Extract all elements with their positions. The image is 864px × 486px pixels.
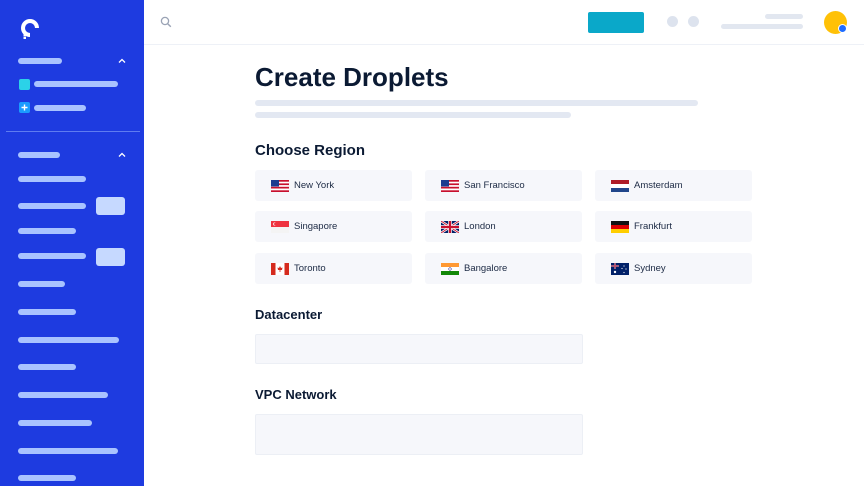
region-card-bangalore[interactable]: Bangalore xyxy=(425,253,582,284)
sidebar-item[interactable] xyxy=(18,392,108,398)
region-card-sydney[interactable]: Sydney xyxy=(595,253,752,284)
sidebar-group-heading[interactable] xyxy=(18,152,60,158)
help-icon[interactable] xyxy=(688,16,699,27)
region-card-san-francisco[interactable]: San Francisco xyxy=(425,170,582,201)
page-title: Create Droplets xyxy=(255,62,449,92)
sidebar-item[interactable] xyxy=(18,475,76,481)
page-description-line xyxy=(255,112,571,118)
region-label: Frankfurt xyxy=(634,221,673,232)
plus-icon[interactable] xyxy=(19,102,30,113)
sidebar-item-project[interactable] xyxy=(34,81,118,87)
create-button[interactable] xyxy=(588,12,644,33)
section-title-datacenter: Datacenter xyxy=(255,307,323,322)
uk-flag-icon xyxy=(441,220,459,233)
region-label: San Francisco xyxy=(464,180,525,191)
region-card-new-york[interactable]: New York xyxy=(255,170,412,201)
region-label: New York xyxy=(294,180,335,191)
region-label: Bangalore xyxy=(464,263,508,274)
region-card-toronto[interactable]: Toronto xyxy=(255,253,412,284)
logo-icon[interactable] xyxy=(18,16,42,40)
de-flag-icon xyxy=(611,220,629,233)
sidebar-item[interactable] xyxy=(18,176,86,182)
region-label: Toronto xyxy=(294,263,326,274)
avatar-status-icon xyxy=(838,24,847,33)
project-icon xyxy=(19,79,30,90)
top-bar xyxy=(144,0,864,44)
account-name[interactable] xyxy=(765,14,803,19)
region-label: Singapore xyxy=(294,221,338,232)
region-card-frankfurt[interactable]: Frankfurt xyxy=(595,211,752,242)
chevron-up-icon[interactable] xyxy=(118,57,126,65)
sidebar-item[interactable] xyxy=(18,228,76,234)
region-card-london[interactable]: London xyxy=(425,211,582,242)
sidebar-item[interactable] xyxy=(18,448,118,454)
sidebar-divider xyxy=(6,131,140,132)
region-label: Sydney xyxy=(634,263,666,274)
page-description-line xyxy=(255,100,698,106)
au-flag-icon xyxy=(611,262,629,275)
sidebar-group-heading[interactable] xyxy=(18,58,62,64)
sidebar-badge xyxy=(96,197,125,215)
region-label: London xyxy=(464,221,496,232)
section-title-region: Choose Region xyxy=(255,142,366,159)
top-bar-divider xyxy=(144,44,864,45)
nl-flag-icon xyxy=(611,179,629,192)
us-flag-icon xyxy=(441,179,459,192)
search-icon[interactable] xyxy=(160,16,172,28)
sidebar-item[interactable] xyxy=(18,309,76,315)
in-flag-icon xyxy=(441,262,459,275)
section-title-vpc-network: VPC Network xyxy=(255,387,337,402)
datacenter-select[interactable] xyxy=(255,334,583,364)
region-label: Amsterdam xyxy=(634,180,683,191)
sidebar-item[interactable] xyxy=(18,420,92,426)
us-flag-icon xyxy=(271,179,289,192)
sg-flag-icon xyxy=(271,220,289,233)
ca-flag-icon xyxy=(271,262,289,275)
sidebar-item[interactable] xyxy=(18,364,76,370)
sidebar-item-new-project[interactable] xyxy=(34,105,86,111)
region-card-singapore[interactable]: Singapore xyxy=(255,211,412,242)
account-team[interactable] xyxy=(721,24,803,29)
sidebar-item[interactable] xyxy=(18,281,65,287)
sidebar-item[interactable] xyxy=(18,203,86,209)
sidebar-item[interactable] xyxy=(18,337,119,343)
sidebar xyxy=(0,0,144,486)
sidebar-badge xyxy=(96,248,125,266)
vpc-network-select[interactable] xyxy=(255,414,583,455)
notification-icon[interactable] xyxy=(667,16,678,27)
region-card-amsterdam[interactable]: Amsterdam xyxy=(595,170,752,201)
sidebar-item[interactable] xyxy=(18,253,86,259)
chevron-up-icon[interactable] xyxy=(118,151,126,159)
